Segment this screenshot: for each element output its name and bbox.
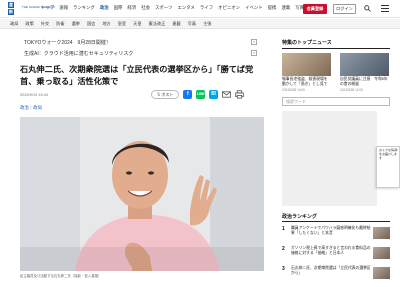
sidebar-heading: 特集のトップニュース	[282, 40, 332, 46]
nav-item[interactable]: ランキング	[73, 5, 95, 11]
top-news-card[interactable]: 報事長宅強盗、殺害現場を動かして「過ぎ」とし見て 2024/9/28 14:00	[282, 53, 331, 92]
top-news-date: 2024/9/28 14:00	[282, 88, 306, 92]
nav-item[interactable]: 経済	[127, 5, 136, 11]
ranking-thumbnail	[373, 227, 390, 239]
nav-item[interactable]: 提携	[268, 5, 277, 11]
nav-item[interactable]: トップ	[41, 5, 54, 11]
top-news-title: 報事長宅強盗、殺害現場を動かして「過ぎ」とし見て	[282, 77, 328, 86]
top-news-date: 2024/9/28 12:00	[340, 88, 364, 92]
category-item[interactable]: 憲法改正	[149, 21, 166, 27]
photo-caption: 民主議員及び活動する石丸伸二氏（撮影・宮入直樹）	[20, 274, 102, 278]
nav-item[interactable]: 速報	[59, 5, 68, 11]
category-item[interactable]: 主張	[203, 21, 211, 27]
category-item[interactable]: 外交	[41, 21, 49, 27]
ranking-title: 石丸伸二氏、次期衆院選は「立民代表の選挙区から」	[291, 266, 371, 275]
category-item[interactable]: 国会	[87, 21, 95, 27]
main-nav: トップ 速報 ランキング 政治 国際 経済 社会 スポーツ エンタメ ライフ オピニオン イベント 提携…	[41, 5, 318, 11]
article-photo	[20, 117, 264, 271]
ranking-title: ガソリン税上昇で高すぎると言われる食料品の価格に対する「価格」と日本人	[291, 246, 371, 255]
floating-ad[interactable]: × おトクな情報をお届けします	[376, 146, 400, 188]
nav-item[interactable]: 連載	[281, 5, 290, 11]
category-nav: 政局 政策 外交 防衛 選挙 国会 地方 皇室 天皇 憲法改正 連載 写真 主張	[10, 21, 211, 27]
ad-placeholder	[282, 111, 377, 206]
close-icon[interactable]: ×	[251, 50, 257, 56]
nav-item[interactable]: 国際	[114, 5, 123, 11]
top-news-title: 自民党議員に注意 令和5年の食の総量	[340, 77, 388, 86]
post-label: ポスト	[161, 92, 174, 97]
member-register-button[interactable]: 会員登録	[303, 4, 327, 14]
ranking-thumbnail	[373, 267, 390, 279]
mail-icon[interactable]	[222, 90, 232, 99]
category-item[interactable]: 政局	[10, 21, 18, 27]
ranking-thumbnail	[373, 247, 390, 259]
print-icon[interactable]	[235, 90, 245, 99]
ranking-heading: 政治ランキング	[282, 214, 317, 220]
event-notice[interactable]: TOKYOウォーク2024 9月28日開催！	[24, 39, 111, 46]
ranking-title: 職員アンケートでパワハラ疑惑明確化も最終結果「したくない」と本音	[291, 226, 371, 235]
close-icon[interactable]: ×	[396, 148, 398, 152]
article-date: 2024/9/19 15:40	[20, 92, 49, 97]
top-news-thumbnail	[282, 53, 331, 76]
category-item[interactable]: 連載	[172, 21, 180, 27]
nav-item[interactable]: ライフ	[200, 5, 213, 11]
ranking-number: 3	[282, 266, 285, 272]
share-bar: 𝕏 ポスト f LINE B!	[151, 90, 245, 99]
site-header: 産経 新聞 THE SANKEI SHIMBUN トップ速報ランキング政治国際経…	[0, 0, 400, 20]
search-icon[interactable]	[364, 5, 371, 12]
photo-illustration	[20, 117, 264, 271]
close-icon[interactable]: ×	[251, 39, 257, 45]
nav-item[interactable]: エンタメ	[177, 5, 194, 11]
nav-item[interactable]: 政治	[100, 5, 109, 11]
article-headline: 石丸伸二氏、次期衆院選は「立民代表の選挙区から」「勝てば党首、乗っ取る」活性化策…	[20, 65, 254, 86]
article-tags[interactable]: 政治｜政局	[20, 105, 42, 111]
category-item[interactable]: 地方	[102, 21, 110, 27]
category-item[interactable]: 政策	[25, 21, 33, 27]
logo-mark-bottom: 新聞	[8, 9, 14, 20]
divider	[282, 221, 390, 222]
hatena-icon[interactable]: B!	[209, 90, 219, 99]
top-news-card[interactable]: 自民党議員に注意 令和5年の食の総量 2024/9/28 12:00	[340, 53, 389, 92]
post-button[interactable]: 𝕏 ポスト	[151, 90, 180, 99]
sidebar-search-input[interactable]: 検索ワード	[282, 97, 390, 106]
category-item[interactable]: 天皇	[133, 21, 141, 27]
nav-item[interactable]: スポーツ	[155, 5, 172, 11]
ranking-number: 1	[282, 226, 285, 232]
line-icon[interactable]: LINE	[196, 90, 206, 99]
category-item[interactable]: 防衛	[56, 21, 64, 27]
nav-item[interactable]: イベント	[245, 5, 263, 11]
nav-item[interactable]: オピニオン	[218, 5, 240, 11]
facebook-icon[interactable]: f	[183, 90, 193, 99]
ranking-number: 2	[282, 246, 285, 252]
category-bar: 政局 政策 外交 防衛 選挙 国会 地方 皇室 天皇 憲法改正 連載 写真 主張	[0, 19, 400, 29]
category-item[interactable]: 選挙	[72, 21, 80, 27]
logo-mark-top: 産経	[8, 2, 14, 13]
divider	[282, 48, 390, 49]
top-news-thumbnail	[340, 53, 389, 76]
site-logo[interactable]: 産経 新聞 THE SANKEI SHIMBUN	[8, 1, 55, 20]
category-item[interactable]: 写真	[188, 21, 196, 27]
pr-link[interactable]: 生成AI：クラウド活用に潜むセキュリティリスク	[24, 50, 133, 57]
menu-icon[interactable]	[381, 5, 389, 12]
nav-item[interactable]: 社会	[141, 5, 150, 11]
category-item[interactable]: 皇室	[118, 21, 126, 27]
login-button[interactable]: ログイン	[333, 4, 356, 14]
